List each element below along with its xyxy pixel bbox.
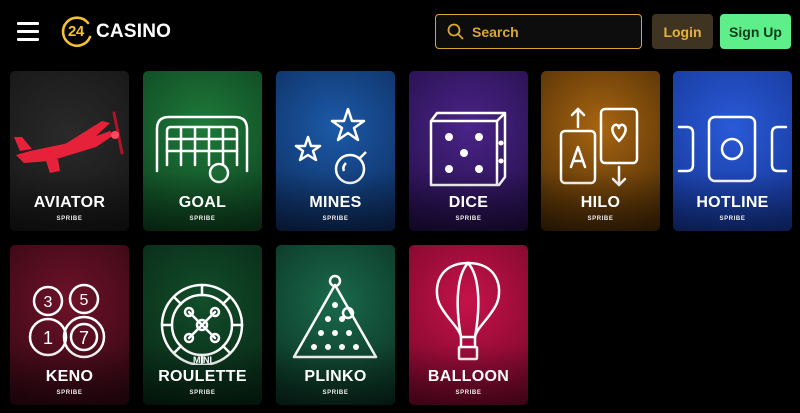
game-provider: SPRIBE <box>455 216 482 222</box>
game-name: GOAL <box>178 194 227 211</box>
game-provider: SPRIBE <box>455 390 482 396</box>
menu-icon[interactable] <box>17 22 39 41</box>
game-provider: SPRIBE <box>719 216 746 222</box>
game-tile-mines[interactable]: MINES SPRIBE <box>276 71 395 231</box>
game-provider: SPRIBE <box>189 216 216 222</box>
keno-ball-number: 5 <box>80 292 89 309</box>
game-name: HILO <box>580 194 621 211</box>
game-provider: SPRIBE <box>322 390 349 396</box>
logo-text: CASINO <box>96 21 172 42</box>
search-input[interactable] <box>472 23 632 40</box>
game-tile-plinko[interactable]: PLINKO SPRIBE <box>276 245 395 405</box>
game-provider: SPRIBE <box>189 390 216 396</box>
game-name: PLINKO <box>304 368 367 385</box>
logo-number: 24 <box>68 23 84 40</box>
game-provider: SPRIBE <box>587 216 614 222</box>
game-tile-hotline[interactable]: HOTLINE SPRIBE <box>673 71 792 231</box>
logo-ring-icon: 24 <box>60 15 94 49</box>
game-tile-goal[interactable]: GOAL SPRIBE <box>143 71 262 231</box>
game-name: BALLOON <box>427 368 510 385</box>
site-logo[interactable]: 24 CASINO <box>60 15 171 49</box>
game-tile-keno[interactable]: 3 5 1 7 KENO SPRIBE <box>10 245 129 405</box>
game-name: HOTLINE <box>696 194 769 211</box>
search-icon <box>447 23 464 40</box>
game-tile-hilo[interactable]: HILO SPRIBE <box>541 71 660 231</box>
game-provider: SPRIBE <box>56 216 83 222</box>
game-name: DICE <box>448 194 489 211</box>
search-box[interactable] <box>435 14 642 49</box>
game-provider: SPRIBE <box>322 216 349 222</box>
game-name: KENO <box>45 368 94 385</box>
game-name-prefix: MINI <box>193 355 212 365</box>
game-name: AVIATOR <box>33 194 106 211</box>
login-button[interactable]: Login <box>652 14 713 49</box>
game-name: MINES <box>309 194 362 211</box>
game-name: ROULETTE <box>158 368 247 385</box>
game-tile-balloon[interactable]: BALLOON SPRIBE <box>409 245 528 405</box>
game-tile-mini-roulette[interactable]: MINI ROULETTE SPRIBE <box>143 245 262 405</box>
game-provider: SPRIBE <box>56 390 83 396</box>
signup-button[interactable]: Sign Up <box>720 14 791 49</box>
game-tile-dice[interactable]: DICE SPRIBE <box>409 71 528 231</box>
site-header: 24 CASINO Login Sign Up <box>0 0 800 62</box>
game-tile-aviator[interactable]: AVIATOR SPRIBE <box>10 71 129 231</box>
keno-ball-number: 3 <box>44 294 53 311</box>
